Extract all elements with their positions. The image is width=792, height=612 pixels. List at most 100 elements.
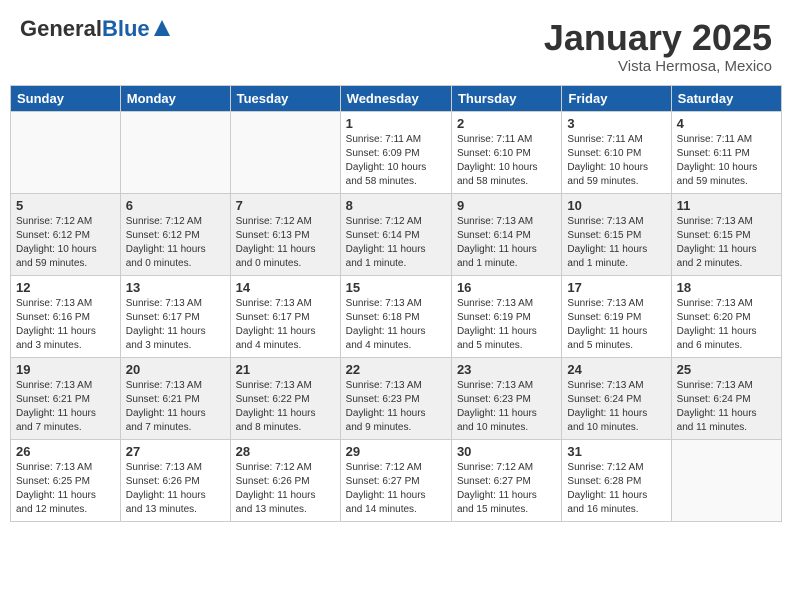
day-number: 26 (16, 444, 115, 459)
day-info: Sunrise: 7:11 AM Sunset: 6:11 PM Dayligh… (677, 133, 776, 189)
calendar-day-cell: 16 Sunrise: 7:13 AM Sunset: 6:19 PM Dayli… (451, 275, 561, 357)
day-info: Sunrise: 7:13 AM Sunset: 6:15 PM Dayligh… (677, 215, 776, 271)
calendar-day-cell: 14Sunrise: 7:13 AM Sunset: 6:17 PM Dayli… (230, 275, 340, 357)
calendar-day-cell: 27 Sunrise: 7:13 AM Sunset: 6:26 PM Dayli… (120, 439, 230, 521)
day-header-friday: Friday (562, 85, 671, 111)
calendar-title: January 2025 (544, 18, 772, 58)
calendar-header-row: SundayMondayTuesdayWednesdayThursdayFrid… (11, 85, 782, 111)
day-number: 5 (16, 198, 115, 213)
day-number: 25 (677, 362, 776, 377)
day-number: 20 (126, 362, 225, 377)
day-number: 27 (126, 444, 225, 459)
day-info: Sunrise: 7:12 AM Sunset: 6:28 PM Dayligh… (567, 461, 665, 517)
calendar-day-cell (671, 439, 781, 521)
day-info: Sunrise: 7:13 AM Sunset: 6:14 PM Dayligh… (457, 215, 556, 271)
day-number: 28 (236, 444, 335, 459)
day-number: 13 (126, 280, 225, 295)
day-info: Sunrise: 7:11 AM Sunset: 6:10 PM Dayligh… (457, 133, 556, 189)
calendar-week-row: 26 Sunrise: 7:13 AM Sunset: 6:25 PM Dayli… (11, 439, 782, 521)
calendar-day-cell: 25 Sunrise: 7:13 AM Sunset: 6:24 PM Dayli… (671, 357, 781, 439)
day-info: Sunrise: 7:13 AM Sunset: 6:24 PM Dayligh… (567, 379, 665, 435)
day-info: Sunrise: 7:12 AM Sunset: 6:12 PM Dayligh… (126, 215, 225, 271)
calendar-week-row: 12 Sunrise: 7:13 AM Sunset: 6:16 PM Dayli… (11, 275, 782, 357)
logo-blue: Blue (102, 18, 150, 40)
day-number: 29 (346, 444, 446, 459)
day-info: Sunrise: 7:13 AM Sunset: 6:19 PM Dayligh… (567, 297, 665, 353)
day-number: 10 (567, 198, 665, 213)
day-info: Sunrise: 7:13 AM Sunset: 6:17 PM Dayligh… (126, 297, 225, 353)
day-info: Sunrise: 7:12 AM Sunset: 6:13 PM Dayligh… (236, 215, 335, 271)
calendar-day-cell (11, 111, 121, 193)
calendar-day-cell: 18Sunrise: 7:13 AM Sunset: 6:20 PM Dayli… (671, 275, 781, 357)
day-info: Sunrise: 7:13 AM Sunset: 6:25 PM Dayligh… (16, 461, 115, 517)
title-block: January 2025 Vista Hermosa, Mexico (544, 18, 772, 75)
day-number: 22 (346, 362, 446, 377)
calendar-day-cell: 17 Sunrise: 7:13 AM Sunset: 6:19 PM Dayli… (562, 275, 671, 357)
calendar-day-cell: 22 Sunrise: 7:13 AM Sunset: 6:23 PM Dayli… (340, 357, 451, 439)
calendar-day-cell: 5 Sunrise: 7:12 AM Sunset: 6:12 PM Daylig… (11, 193, 121, 275)
day-info: Sunrise: 7:13 AM Sunset: 6:20 PM Dayligh… (677, 297, 776, 353)
calendar-day-cell: 4 Sunrise: 7:11 AM Sunset: 6:11 PM Daylig… (671, 111, 781, 193)
calendar-day-cell: 7 Sunrise: 7:12 AM Sunset: 6:13 PM Daylig… (230, 193, 340, 275)
calendar-day-cell: 10 Sunrise: 7:13 AM Sunset: 6:15 PM Dayli… (562, 193, 671, 275)
day-info: Sunrise: 7:12 AM Sunset: 6:27 PM Dayligh… (457, 461, 556, 517)
calendar-day-cell: 31 Sunrise: 7:12 AM Sunset: 6:28 PM Dayli… (562, 439, 671, 521)
day-number: 3 (567, 116, 665, 131)
calendar-day-cell: 19 Sunrise: 7:13 AM Sunset: 6:21 PM Dayli… (11, 357, 121, 439)
logo-general: General (20, 18, 102, 40)
calendar-day-cell: 28 Sunrise: 7:12 AM Sunset: 6:26 PM Dayli… (230, 439, 340, 521)
day-number: 17 (567, 280, 665, 295)
day-number: 6 (126, 198, 225, 213)
day-header-sunday: Sunday (11, 85, 121, 111)
calendar-table: SundayMondayTuesdayWednesdayThursdayFrid… (10, 85, 782, 522)
day-info: Sunrise: 7:12 AM Sunset: 6:12 PM Dayligh… (16, 215, 115, 271)
calendar-day-cell: 2Sunrise: 7:11 AM Sunset: 6:10 PM Daylig… (451, 111, 561, 193)
calendar-location: Vista Hermosa, Mexico (544, 58, 772, 75)
day-number: 12 (16, 280, 115, 295)
day-number: 24 (567, 362, 665, 377)
day-info: Sunrise: 7:13 AM Sunset: 6:19 PM Dayligh… (457, 297, 556, 353)
day-info: Sunrise: 7:13 AM Sunset: 6:23 PM Dayligh… (346, 379, 446, 435)
day-info: Sunrise: 7:13 AM Sunset: 6:24 PM Dayligh… (677, 379, 776, 435)
calendar-day-cell: 3Sunrise: 7:11 AM Sunset: 6:10 PM Daylig… (562, 111, 671, 193)
day-info: Sunrise: 7:13 AM Sunset: 6:23 PM Dayligh… (457, 379, 556, 435)
calendar-day-cell: 15Sunrise: 7:13 AM Sunset: 6:18 PM Dayli… (340, 275, 451, 357)
calendar-day-cell: 13 Sunrise: 7:13 AM Sunset: 6:17 PM Dayli… (120, 275, 230, 357)
day-number: 11 (677, 198, 776, 213)
calendar-day-cell: 12 Sunrise: 7:13 AM Sunset: 6:16 PM Dayli… (11, 275, 121, 357)
calendar-day-cell: 1Sunrise: 7:11 AM Sunset: 6:09 PM Daylig… (340, 111, 451, 193)
day-number: 16 (457, 280, 556, 295)
calendar-week-row: 19 Sunrise: 7:13 AM Sunset: 6:21 PM Dayli… (11, 357, 782, 439)
day-info: Sunrise: 7:13 AM Sunset: 6:15 PM Dayligh… (567, 215, 665, 271)
calendar-week-row: 1Sunrise: 7:11 AM Sunset: 6:09 PM Daylig… (11, 111, 782, 193)
day-number: 8 (346, 198, 446, 213)
day-number: 23 (457, 362, 556, 377)
day-number: 14 (236, 280, 335, 295)
day-info: Sunrise: 7:13 AM Sunset: 6:16 PM Dayligh… (16, 297, 115, 353)
calendar-day-cell: 24 Sunrise: 7:13 AM Sunset: 6:24 PM Dayli… (562, 357, 671, 439)
logo-arrow-icon (152, 18, 172, 38)
day-header-monday: Monday (120, 85, 230, 111)
calendar-day-cell: 30Sunrise: 7:12 AM Sunset: 6:27 PM Dayli… (451, 439, 561, 521)
day-number: 21 (236, 362, 335, 377)
day-number: 19 (16, 362, 115, 377)
day-header-thursday: Thursday (451, 85, 561, 111)
page-header: General Blue January 2025 Vista Hermosa,… (10, 10, 782, 79)
day-info: Sunrise: 7:13 AM Sunset: 6:22 PM Dayligh… (236, 379, 335, 435)
day-number: 4 (677, 116, 776, 131)
day-header-tuesday: Tuesday (230, 85, 340, 111)
day-number: 31 (567, 444, 665, 459)
day-info: Sunrise: 7:13 AM Sunset: 6:21 PM Dayligh… (16, 379, 115, 435)
calendar-day-cell: 11 Sunrise: 7:13 AM Sunset: 6:15 PM Dayli… (671, 193, 781, 275)
day-number: 9 (457, 198, 556, 213)
calendar-day-cell (230, 111, 340, 193)
day-header-saturday: Saturday (671, 85, 781, 111)
day-info: Sunrise: 7:12 AM Sunset: 6:14 PM Dayligh… (346, 215, 446, 271)
day-info: Sunrise: 7:12 AM Sunset: 6:27 PM Dayligh… (346, 461, 446, 517)
day-info: Sunrise: 7:13 AM Sunset: 6:21 PM Dayligh… (126, 379, 225, 435)
day-number: 15 (346, 280, 446, 295)
day-info: Sunrise: 7:12 AM Sunset: 6:26 PM Dayligh… (236, 461, 335, 517)
day-number: 7 (236, 198, 335, 213)
day-info: Sunrise: 7:13 AM Sunset: 6:26 PM Dayligh… (126, 461, 225, 517)
day-number: 1 (346, 116, 446, 131)
